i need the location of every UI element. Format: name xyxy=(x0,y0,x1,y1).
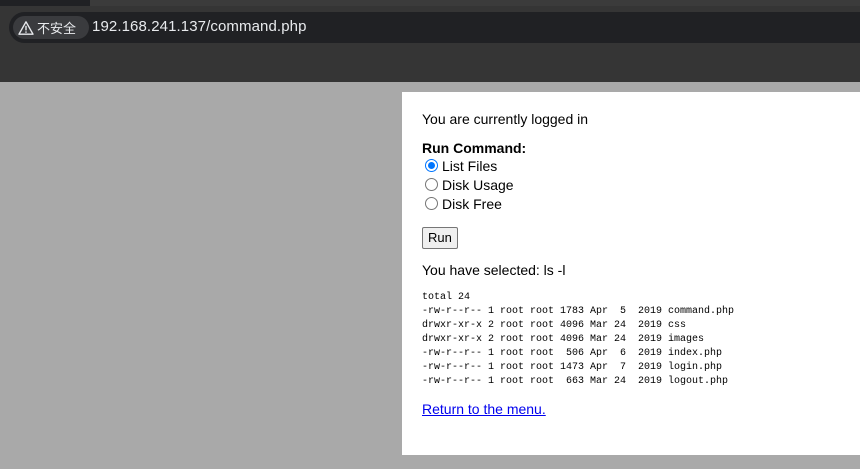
selected-command-message: You have selected: ls -l xyxy=(422,262,566,278)
radio-button-disk-usage[interactable] xyxy=(425,178,438,191)
output-line: -rw-r--r-- 1 root root 663 Mar 24 2019 l… xyxy=(422,376,729,387)
radio-label-disk-usage[interactable]: Disk Usage xyxy=(442,177,514,193)
warning-icon xyxy=(18,20,34,35)
output-line: drwxr-xr-x 2 root root 4096 Mar 24 2019 … xyxy=(422,320,687,331)
run-button[interactable]: Run xyxy=(422,227,458,249)
return-to-menu-link[interactable]: Return to the menu. xyxy=(422,401,546,417)
radio-label-list-files[interactable]: List Files xyxy=(442,158,497,174)
radio-button-list-files[interactable] xyxy=(425,159,438,172)
radio-option-disk-free[interactable]: Disk Free xyxy=(425,194,734,213)
browser-toolbar: 不安全 192.168.241.137/command.php xyxy=(0,0,860,82)
output-line: -rw-r--r-- 1 root root 506 Apr 6 2019 in… xyxy=(422,348,723,359)
output-line: -rw-r--r-- 1 root root 1473 Apr 7 2019 l… xyxy=(422,362,723,373)
command-form: You are currently logged in Run Command:… xyxy=(422,110,734,417)
radio-option-list-files[interactable]: List Files xyxy=(425,156,734,175)
radio-option-disk-usage[interactable]: Disk Usage xyxy=(425,175,734,194)
run-command-label: Run Command: xyxy=(422,140,527,156)
radio-button-disk-free[interactable] xyxy=(425,197,438,210)
tab-strip-background xyxy=(90,0,860,6)
tab-strip xyxy=(0,0,860,6)
security-indicator[interactable]: 不安全 xyxy=(13,16,89,39)
page-content-panel: You are currently logged in Run Command:… xyxy=(402,92,860,455)
security-label: 不安全 xyxy=(37,21,77,36)
logged-in-message: You are currently logged in xyxy=(422,111,589,127)
command-output: total 24 -rw-r--r-- 1 root root 1783 Apr… xyxy=(422,291,734,389)
url-text[interactable]: 192.168.241.137/command.php xyxy=(92,18,307,35)
radio-label-disk-free[interactable]: Disk Free xyxy=(442,196,502,212)
output-line: total 24 xyxy=(422,292,471,303)
address-bar[interactable]: 不安全 192.168.241.137/command.php xyxy=(9,12,860,43)
output-line: -rw-r--r-- 1 root root 1783 Apr 5 2019 c… xyxy=(422,306,735,317)
output-line: drwxr-xr-x 2 root root 4096 Mar 24 2019 … xyxy=(422,334,705,345)
